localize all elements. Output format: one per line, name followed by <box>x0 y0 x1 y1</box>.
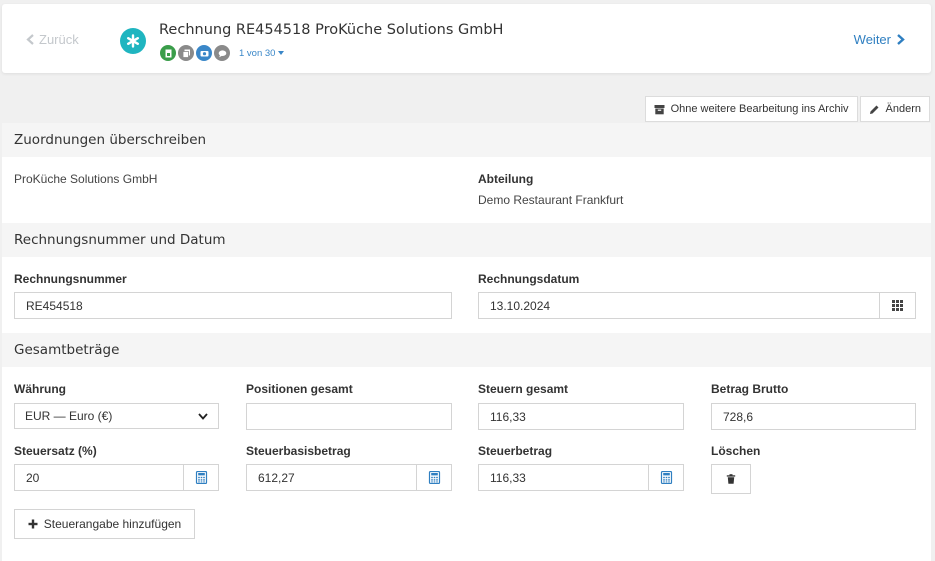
invoice-date-input[interactable] <box>478 292 880 319</box>
department-value: Demo Restaurant Frankfurt <box>478 193 624 207</box>
section-zuordnungen-heading: Zuordnungen überschreiben <box>2 123 931 157</box>
edit-label: Ändern <box>885 103 921 115</box>
section-rechnung-heading: Rechnungsnummer und Datum <box>2 223 931 257</box>
delete-tax-button[interactable] <box>711 464 751 494</box>
archive-icon <box>654 104 665 114</box>
trash-icon <box>726 474 736 484</box>
invoice-date-label: Rechnungsdatum <box>478 272 580 286</box>
next-button[interactable]: Weiter <box>854 32 905 47</box>
tax-amount-label: Steuerbetrag <box>478 444 553 458</box>
caret-down-icon <box>278 51 285 55</box>
currency-value: EUR — Euro (€) <box>25 409 113 423</box>
chevron-right-icon <box>897 34 905 45</box>
tax-rate-label: Steuersatz (%) <box>14 444 97 458</box>
positions-total-label: Positionen gesamt <box>246 382 353 396</box>
tax-rate-calculator-button[interactable] <box>183 464 219 491</box>
section-gesamt-heading: Gesamtbeträge <box>2 333 931 367</box>
add-tax-label: Steuerangabe hinzufügen <box>43 517 182 531</box>
pencil-icon <box>869 105 879 114</box>
next-label: Weiter <box>853 32 891 47</box>
edit-button[interactable]: Ändern <box>859 96 930 122</box>
chevron-down-icon <box>198 412 208 420</box>
comment-icon[interactable] <box>214 45 230 61</box>
gross-amount-input[interactable] <box>711 403 916 430</box>
status-icons: 1 von 30 <box>160 45 285 61</box>
calculator-icon <box>660 471 672 484</box>
document-icon[interactable] <box>160 45 176 61</box>
calculator-icon <box>195 471 207 484</box>
archive-label: Ohne weitere Bearbeitung ins Archiv <box>670 103 849 115</box>
copy-icon[interactable] <box>178 45 194 61</box>
chevron-left-icon <box>26 34 34 45</box>
delete-label: Löschen <box>711 444 761 458</box>
back-button[interactable]: Zurück <box>26 32 79 47</box>
tax-rate-input[interactable] <box>14 464 184 491</box>
action-bar: Ohne weitere Bearbeitung ins Archiv Ände… <box>644 96 930 122</box>
tax-base-input[interactable] <box>246 464 417 491</box>
page-title: Rechnung RE454518 ProKüche Solutions Gmb… <box>159 22 504 38</box>
currency-label: Währung <box>14 382 66 396</box>
pager-label: 1 von 30 <box>239 47 276 59</box>
invoice-form: Zuordnungen überschreiben ProKüche Solut… <box>2 123 931 561</box>
pager-dropdown[interactable]: 1 von 30 <box>239 47 285 59</box>
invoice-number-input[interactable] <box>14 292 452 319</box>
asterisk-icon <box>127 34 140 48</box>
add-tax-button[interactable]: Steuerangabe hinzufügen <box>14 509 195 539</box>
department-label: Abteilung <box>478 172 534 186</box>
grid-calendar-icon <box>892 300 903 311</box>
tax-amount-calculator-button[interactable] <box>648 464 684 491</box>
tax-amount-input[interactable] <box>478 464 649 491</box>
top-bar: Zurück Rechnung RE454518 ProKüche Soluti… <box>2 4 931 73</box>
taxes-total-input[interactable] <box>478 403 684 430</box>
positions-total-input[interactable] <box>246 403 452 430</box>
tax-base-label: Steuerbasisbetrag <box>246 444 351 458</box>
back-label: Zurück <box>39 32 79 47</box>
currency-select[interactable]: EUR — Euro (€) <box>14 403 219 429</box>
archive-button[interactable]: Ohne weitere Bearbeitung ins Archiv <box>644 96 858 122</box>
supplier-name: ProKüche Solutions GmbH <box>14 172 158 186</box>
calculator-icon <box>428 471 440 484</box>
tax-base-calculator-button[interactable] <box>416 464 452 491</box>
taxes-total-label: Steuern gesamt <box>478 382 569 396</box>
app-logo <box>120 28 146 54</box>
gross-amount-label: Betrag Brutto <box>711 382 789 396</box>
camera-icon[interactable] <box>196 45 212 61</box>
plus-icon <box>28 519 38 529</box>
invoice-number-label: Rechnungsnummer <box>14 272 127 286</box>
date-picker-button[interactable] <box>879 292 916 319</box>
